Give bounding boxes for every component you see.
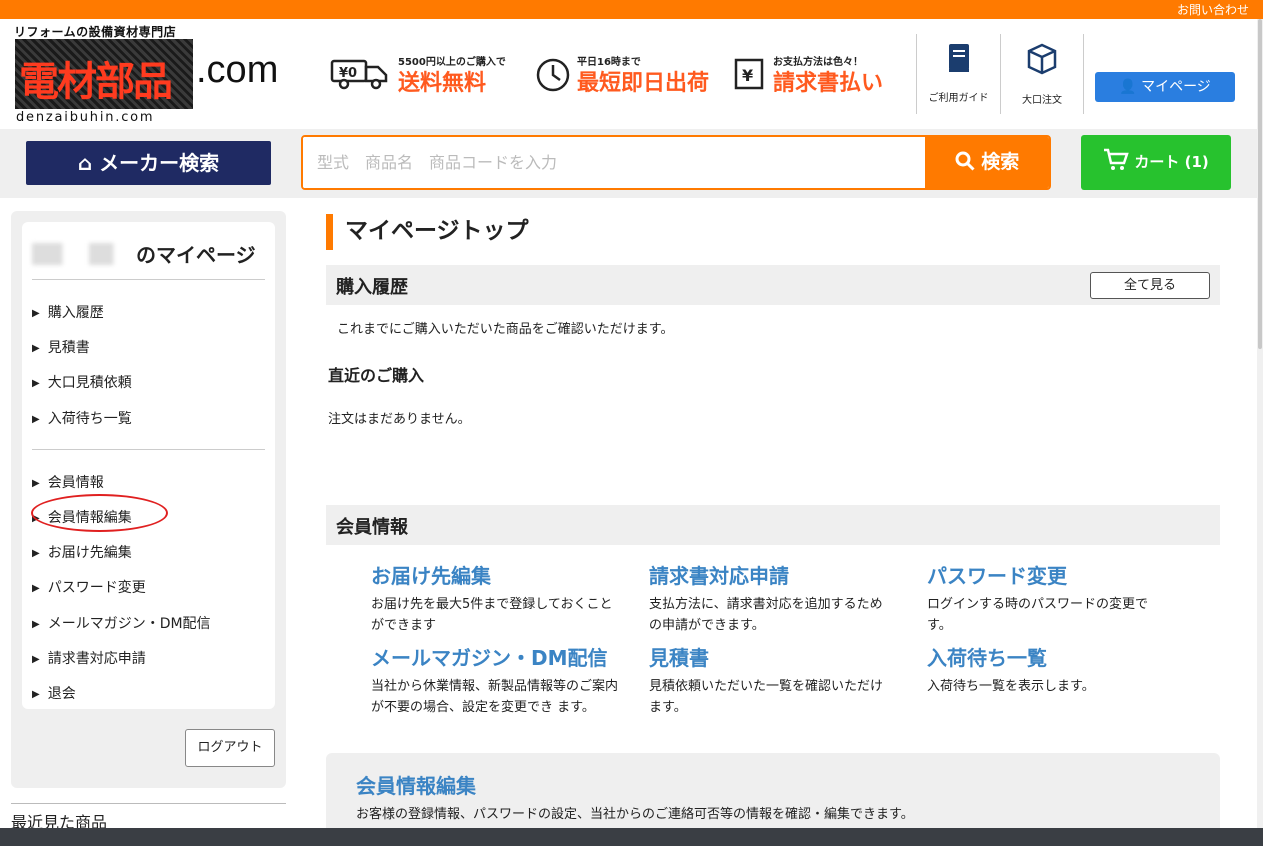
link-member-edit[interactable]: 会員情報編集	[356, 770, 476, 799]
sidebar-title: のマイページ	[32, 239, 256, 268]
sidebar-item-invoice-application[interactable]: ▶ 請求書対応申請	[32, 648, 146, 668]
guide-link[interactable]: ご利用ガイド	[916, 34, 1000, 114]
cart-icon	[1103, 148, 1134, 171]
book-icon	[917, 42, 1000, 81]
promo-big: 最短即日出荷	[577, 71, 710, 96]
promo-big: 請求書払い	[773, 71, 884, 96]
link-backorders[interactable]: 入荷待ち一覧	[927, 642, 1047, 671]
logo[interactable]: 電材部品	[15, 39, 193, 109]
search-bar: ⌂ メーカー検索 検索 カート (1)	[0, 129, 1263, 198]
search-box: 検索	[301, 135, 1051, 190]
cart-button[interactable]: カート (1)	[1081, 135, 1231, 190]
section-title: 会員情報	[336, 517, 408, 538]
truck-icon: ¥0	[330, 57, 390, 98]
triangle-right-icon: ▶	[32, 478, 40, 489]
link-quotes[interactable]: 見積書	[649, 642, 709, 671]
link-description: お届け先を最大5件まで登録しておくことができます	[371, 597, 613, 633]
mypage-button[interactable]: 👤 マイページ	[1095, 72, 1235, 102]
search-button[interactable]: 検索	[925, 137, 1049, 188]
svg-text:¥: ¥	[742, 66, 753, 85]
clock-icon	[535, 57, 571, 100]
sidebar-item-bulk-quote[interactable]: ▶ 大口見積依頼	[32, 372, 132, 392]
link-description: 見積依頼いただいた一覧を確認いただけます。	[649, 679, 884, 715]
search-input[interactable]	[303, 137, 927, 188]
triangle-right-icon: ▶	[32, 583, 40, 594]
redacted-username	[32, 243, 134, 265]
promo-big: 送料無料	[398, 71, 487, 96]
triangle-right-icon: ▶	[32, 378, 40, 389]
maker-search-label: メーカー検索	[99, 151, 220, 175]
logout-button[interactable]: ログアウト	[185, 729, 275, 767]
triangle-right-icon: ▶	[32, 308, 40, 319]
link-description: 当社から休業情報、新製品情報等のご案内が不要の場合、設定を変更でき ます。	[371, 679, 619, 715]
sidebar-item-member-info[interactable]: ▶ 会員情報	[32, 472, 104, 492]
home-icon: ⌂	[77, 151, 93, 175]
triangle-right-icon: ▶	[32, 548, 40, 559]
sidebar-item-newsletter[interactable]: ▶ メールマガジン・DM配信	[32, 613, 211, 633]
divider	[32, 279, 265, 280]
promo-free-shipping: ¥0 5500円以上のご購入で 送料無料	[330, 49, 525, 99]
logo-tagline: リフォームの設備資材専門店	[14, 25, 177, 39]
triangle-right-icon: ▶	[32, 689, 40, 700]
cart-label: カート (1)	[1134, 153, 1209, 171]
recent-purchases-heading: 直近のご購入	[328, 366, 425, 385]
logo-main-text: 電材部品	[19, 59, 173, 105]
logo-domain: denzaibuhin.com	[16, 110, 155, 125]
mypage-label: マイページ	[1141, 79, 1211, 95]
search-icon	[955, 151, 982, 173]
triangle-right-icon: ▶	[32, 414, 40, 425]
bulk-order-label: 大口注文	[1022, 95, 1062, 106]
link-password-change[interactable]: パスワード変更	[927, 560, 1067, 589]
link-description: ログインする時のパスワードの変更です。	[927, 597, 1149, 633]
link-description: 支払方法に、請求書対応を追加するための申請ができます。	[649, 597, 883, 633]
sidebar-item-backorders[interactable]: ▶ 入荷待ち一覧	[32, 408, 132, 428]
history-description: これまでにご購入いただいた商品をご確認いただけます。	[337, 322, 674, 337]
top-bar: お問い合わせ	[0, 0, 1263, 19]
invoice-icon: ¥	[733, 57, 767, 100]
sidebar-item-password[interactable]: ▶ パスワード変更	[32, 577, 146, 597]
sidebar-item-quotes[interactable]: ▶ 見積書	[32, 337, 90, 357]
section-title: 購入履歴	[336, 277, 408, 298]
triangle-right-icon: ▶	[32, 654, 40, 665]
sidebar-item-withdraw[interactable]: ▶ 退会	[32, 683, 76, 703]
link-description: 入荷待ち一覧を表示します。	[927, 679, 1095, 694]
sidebar-item-delivery-address[interactable]: ▶ お届け先編集	[32, 542, 132, 562]
no-orders-text: 注文はまだありません。	[328, 412, 471, 427]
member-info-header: 会員情報	[326, 505, 1220, 545]
search-label: 検索	[981, 151, 1020, 173]
bulk-order-link[interactable]: 大口注文	[1000, 34, 1084, 114]
divider	[32, 449, 265, 450]
sidebar-menu: のマイページ ▶ 購入履歴 ▶ 見積書 ▶ 大口見積依頼 ▶ 入荷待ち一覧 ▶ 会員情報 …	[22, 222, 275, 709]
link-delivery-address[interactable]: お届け先編集	[371, 560, 491, 589]
promo-same-day: 平日16時まで 最短即日出荷	[535, 49, 725, 99]
contact-link[interactable]: お問い合わせ	[1177, 1, 1249, 18]
site-header: リフォームの設備資材専門店 電材部品 .com denzaibuhin.com …	[0, 19, 1263, 129]
promo-invoice: ¥ お支払方法は色々！ 請求書払い	[733, 49, 893, 99]
scrollbar-thumb[interactable]	[1258, 19, 1262, 349]
maker-search-button[interactable]: ⌂ メーカー検索	[26, 141, 271, 185]
link-description: お客様の登録情報、パスワードの設定、当社からのご連絡可否等の情報を確認・編集でき…	[356, 807, 914, 822]
mypage-sidebar: のマイページ ▶ 購入履歴 ▶ 見積書 ▶ 大口見積依頼 ▶ 入荷待ち一覧 ▶ 会員情報 …	[11, 211, 286, 788]
box-icon	[1001, 42, 1083, 83]
highlight-annotation	[31, 494, 168, 532]
triangle-right-icon: ▶	[32, 619, 40, 630]
guide-label: ご利用ガイド	[928, 93, 989, 104]
scrollbar[interactable]	[1257, 19, 1263, 828]
view-all-button[interactable]: 全て見る	[1090, 272, 1210, 299]
logo-dotcom: .com	[196, 49, 279, 91]
page-title: マイページトップ	[326, 214, 529, 250]
triangle-right-icon: ▶	[32, 343, 40, 354]
user-icon: 👤	[1119, 79, 1137, 95]
purchase-history-header: 購入履歴 全て見る	[326, 265, 1220, 305]
link-invoice-application[interactable]: 請求書対応申請	[649, 560, 789, 589]
sidebar-item-purchase-history[interactable]: ▶ 購入履歴	[32, 302, 104, 322]
divider	[11, 803, 286, 804]
svg-text:¥0: ¥0	[339, 66, 357, 81]
footer-bar	[0, 828, 1263, 846]
link-newsletter[interactable]: メールマガジン・DM配信	[371, 642, 608, 671]
